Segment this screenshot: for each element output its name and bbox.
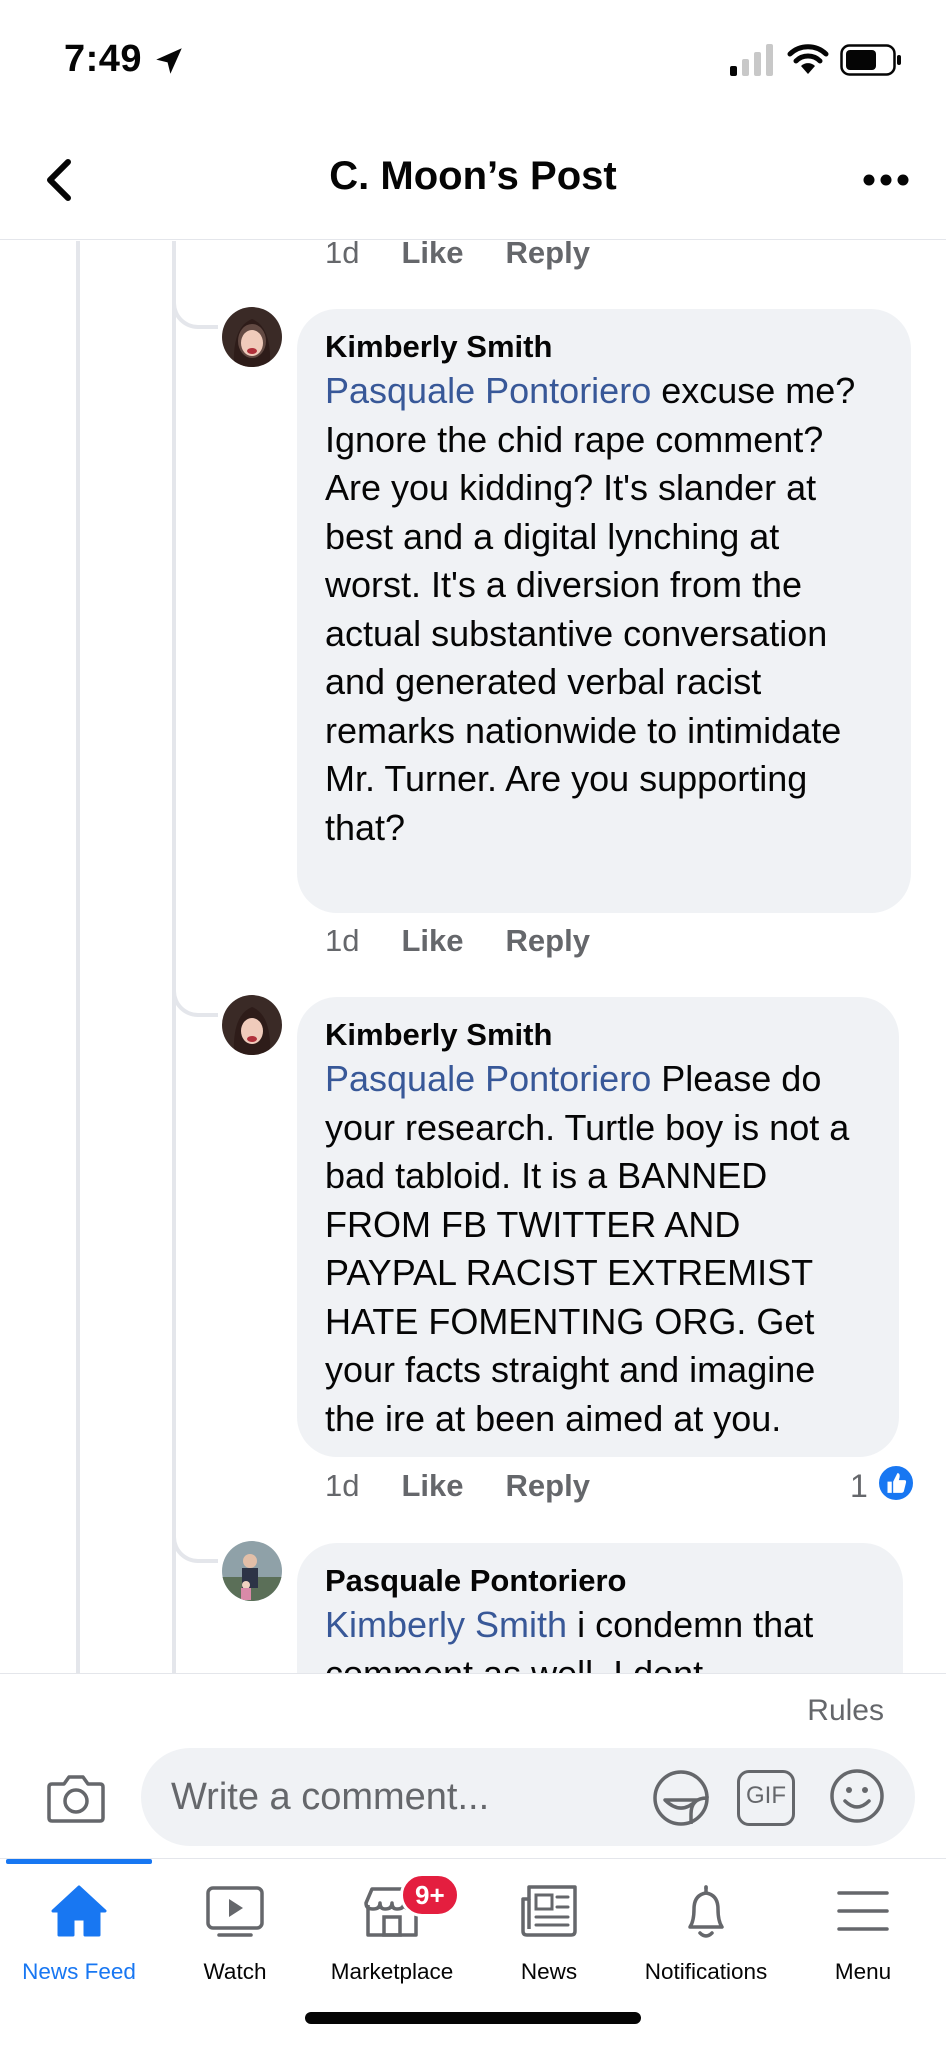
like-link[interactable]: Like (401, 241, 463, 271)
tab-label: News (520, 1959, 578, 1984)
comment-actions: 1d Like Reply (325, 923, 590, 959)
tab-marketplace[interactable]: 9+ Marketplace (313, 1859, 471, 2009)
news-icon (521, 1885, 577, 1937)
watch-icon (206, 1886, 264, 1937)
tab-label: Menu (834, 1959, 892, 1984)
camera-icon[interactable] (46, 1770, 106, 1824)
comment-author[interactable]: Pasquale Pontoriero (325, 1561, 875, 1601)
bell-icon (688, 1885, 724, 1938)
comment-text: Pasquale Pontoriero Please do your resea… (325, 1055, 871, 1443)
location-arrow-icon (156, 48, 182, 74)
sticker-icon[interactable] (651, 1768, 711, 1828)
like-reaction-icon[interactable] (876, 1463, 916, 1503)
notification-badge: 9+ (400, 1873, 460, 1917)
comment-body: excuse me? Ignore the chid rape comment?… (325, 370, 856, 848)
comment-body: Please do your research. Turtle boy is n… (325, 1058, 850, 1439)
comment-input[interactable] (171, 1748, 611, 1846)
comment-box[interactable]: GIF (141, 1748, 915, 1846)
comment-author[interactable]: Kimberly Smith (325, 1015, 871, 1055)
comment-bubble[interactable]: Kimberly Smith Pasquale Pontoriero excus… (297, 309, 911, 913)
like-link[interactable]: Like (401, 923, 463, 959)
battery-icon (840, 44, 901, 76)
rules-link[interactable]: Rules (807, 1694, 884, 1728)
like-link[interactable]: Like (401, 1468, 463, 1504)
reply-thread-line (172, 241, 176, 1673)
reply-connector (172, 1523, 218, 1563)
tab-menu[interactable]: Menu (784, 1859, 942, 2009)
reply-link[interactable]: Reply (506, 1468, 590, 1504)
avatar[interactable] (222, 995, 282, 1055)
tab-label: Watch (203, 1959, 267, 1984)
menu-icon (837, 1891, 889, 1931)
wifi-icon (787, 44, 829, 74)
comment-bubble[interactable]: Pasquale Pontoriero Kimberly Smith i con… (297, 1543, 903, 1673)
status-bar: 7:49 (0, 0, 946, 120)
cellular-signal-icon (730, 44, 773, 76)
tab-news[interactable]: News (470, 1859, 628, 2009)
comment-text: Kimberly Smith i condemn that comment as… (325, 1601, 875, 1673)
reply-connector (172, 289, 218, 329)
comment-author[interactable]: Kimberly Smith (325, 327, 883, 367)
comment-time: 1d (325, 241, 360, 270)
gif-label: GIF (746, 1782, 786, 1809)
thread-line (76, 241, 80, 1673)
home-indicator (305, 2012, 641, 2024)
avatar-photo-icon (222, 995, 282, 1055)
tab-label: Notifications (644, 1959, 768, 1984)
comment-actions: 1d Like Reply (325, 241, 590, 271)
avatar[interactable] (222, 307, 282, 367)
tab-label: News Feed (22, 1959, 136, 1984)
comment-actions: 1d Like Reply (325, 1468, 590, 1504)
reaction-count[interactable]: 1 (850, 1468, 868, 1505)
comment-time: 1d (325, 1468, 360, 1503)
reply-connector (172, 977, 218, 1017)
avatar-photo-icon (222, 1541, 282, 1601)
comment-thread[interactable]: 1d Like Reply Kimberly Smith Pasquale Po… (0, 241, 946, 1673)
comment-bubble[interactable]: Kimberly Smith Pasquale Pontoriero Pleas… (297, 997, 899, 1457)
mention-link[interactable]: Kimberly Smith (325, 1604, 567, 1645)
reply-link[interactable]: Reply (506, 923, 590, 959)
mention-link[interactable]: Pasquale Pontoriero (325, 1058, 651, 1099)
comment-composer: Rules GIF (0, 1673, 946, 1858)
tab-watch[interactable]: Watch (156, 1859, 314, 2009)
page-title: C. Moon’s Post (329, 154, 617, 198)
reply-link[interactable]: Reply (506, 241, 590, 271)
tab-news-feed[interactable]: News Feed (0, 1859, 158, 2009)
status-time: 7:49 (64, 38, 143, 80)
post-header: C. Moon’s Post (0, 120, 946, 240)
avatar[interactable] (222, 1541, 282, 1601)
tab-label: Marketplace (330, 1959, 454, 1984)
comment-text: Pasquale Pontoriero excuse me? Ignore th… (325, 367, 883, 852)
more-options-icon[interactable] (862, 172, 910, 188)
gif-icon[interactable]: GIF (737, 1770, 795, 1826)
comment-time: 1d (325, 923, 360, 958)
home-icon (51, 1885, 107, 1937)
mention-link[interactable]: Pasquale Pontoriero (325, 370, 651, 411)
avatar-photo-icon (222, 307, 282, 367)
emoji-icon[interactable] (827, 1766, 887, 1826)
tab-notifications[interactable]: Notifications (627, 1859, 785, 2009)
